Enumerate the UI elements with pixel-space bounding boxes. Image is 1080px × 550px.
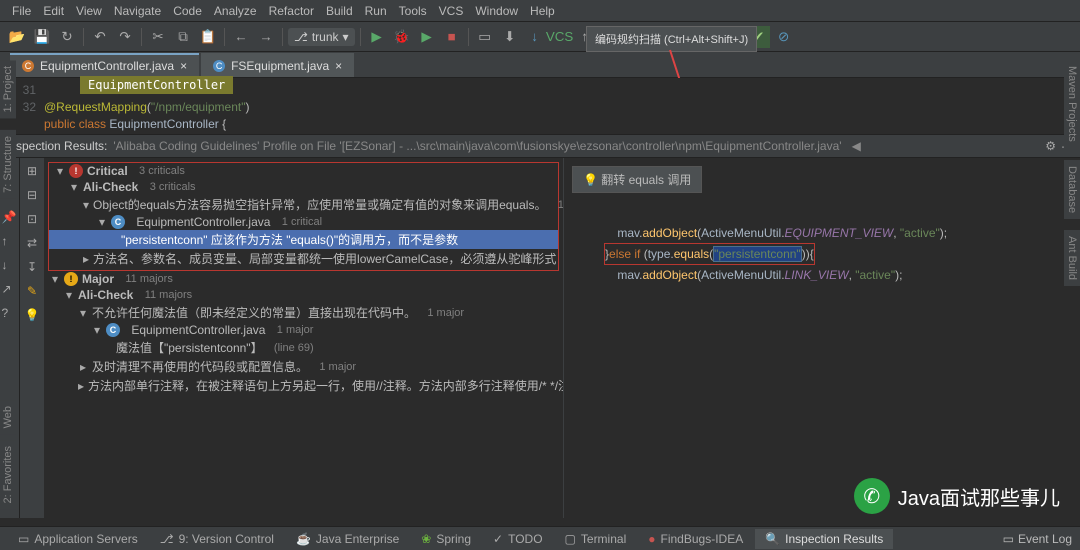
menu-analyze[interactable]: Analyze (208, 4, 263, 18)
app-servers-tab[interactable]: ▭ Application Servers (8, 529, 148, 549)
major-icon: ! (64, 272, 78, 286)
pin-icon[interactable]: 📌 (2, 210, 18, 226)
todo-tab[interactable]: ✓ TODO (483, 529, 553, 549)
class-icon: C (111, 215, 125, 229)
cut-icon[interactable]: ✂ (147, 26, 169, 48)
sync-icon[interactable]: ↻ (56, 26, 78, 48)
bulb-icon[interactable]: 💡 (23, 306, 41, 324)
stop-icon[interactable]: ■ (441, 26, 463, 48)
export-icon[interactable]: ↧ (23, 258, 41, 276)
critical-icon: ! (69, 164, 83, 178)
vcs-branch[interactable]: ⎇ trunk▾ (288, 28, 355, 46)
forward-icon[interactable]: → (255, 26, 277, 48)
copy-icon[interactable]: ⧉ (172, 26, 194, 48)
tab-fsequipment[interactable]: C FSEquipment.java × (201, 53, 354, 77)
group-icon[interactable]: ⊡ (23, 210, 41, 228)
expand-icon[interactable]: ⊞ (23, 162, 41, 180)
scan-tooltip: 编码规约扫描 (Ctrl+Alt+Shift+J) (586, 26, 757, 52)
redo-icon[interactable]: ↷ (114, 26, 136, 48)
alibaba-toggle-icon[interactable]: ⊘ (773, 26, 795, 48)
menu-view[interactable]: View (70, 4, 108, 18)
menu-run[interactable]: Run (359, 4, 393, 18)
ant-build-tool[interactable]: Ant Build (1064, 230, 1080, 286)
paste-icon[interactable]: 📋 (197, 26, 219, 48)
breadcrumb-tooltip: EquipmentController (80, 76, 233, 94)
settings-icon[interactable]: ⚙ (1045, 139, 1056, 153)
findbugs-tab[interactable]: ● FindBugs-IDEA (638, 529, 753, 549)
vcs-update-icon[interactable]: ↓ (524, 26, 546, 48)
filter-icon[interactable]: ✎ (23, 282, 41, 300)
avd-icon[interactable]: ▭ (474, 26, 496, 48)
menu-file[interactable]: File (6, 4, 37, 18)
inspection-results-header: Inspection Results: 'Alibaba Coding Guid… (0, 134, 1080, 158)
menu-refactor[interactable]: Refactor (263, 4, 320, 18)
menu-navigate[interactable]: Navigate (108, 4, 167, 18)
close-icon[interactable]: × (335, 59, 342, 73)
menu-build[interactable]: Build (320, 4, 359, 18)
menu-window[interactable]: Window (469, 4, 524, 18)
menu-code[interactable]: Code (167, 4, 208, 18)
next-icon[interactable]: ↓ (2, 258, 18, 274)
web-tool[interactable]: Web (0, 400, 16, 434)
collapse-icon[interactable]: ⊟ (23, 186, 41, 204)
watermark: ✆ Java面试那些事儿 (854, 478, 1060, 514)
event-log[interactable]: ▭ Event Log (1003, 532, 1072, 546)
wechat-icon: ✆ (854, 478, 890, 514)
inspection-results-tab[interactable]: 🔍 Inspection Results (755, 529, 893, 549)
branch-icon: ⎇ (294, 30, 308, 44)
spring-tab[interactable]: ❀ Spring (411, 529, 481, 549)
menu-tools[interactable]: Tools (393, 4, 433, 18)
favorites-tool[interactable]: 2: Favorites (0, 440, 16, 509)
class-icon: C (213, 60, 225, 72)
structure-tool[interactable]: 7: Structure (0, 130, 16, 199)
main-toolbar: 📂 💾 ↻ ↶ ↷ ✂ ⧉ 📋 ← → ⎇ trunk▾ ▶ 🐞 ▶ ■ ▭ ⬇… (0, 22, 1080, 52)
save-icon[interactable]: 💾 (31, 26, 53, 48)
menu-edit[interactable]: Edit (37, 4, 70, 18)
menu-vcs[interactable]: VCS (433, 4, 470, 18)
autoscroll-icon[interactable]: ⇄ (23, 234, 41, 252)
export-icon[interactable]: ↗ (2, 282, 18, 298)
vcs-commit-icon[interactable]: VCS (549, 26, 571, 48)
database-tool[interactable]: Database (1064, 160, 1080, 219)
back-icon[interactable]: ← (230, 26, 252, 48)
results-title: Inspection Results: (6, 139, 107, 153)
run-icon[interactable]: ▶ (366, 26, 388, 48)
prev-icon[interactable]: ◀ (852, 139, 861, 153)
coverage-icon[interactable]: ▶ (416, 26, 438, 48)
inspection-results-body: ▶ ✖ 📌 ↑ ↓ ↗ ? ⊞ ⊟ ⊡ ⇄ ↧ ✎ 💡 ▾!Critical 3… (0, 158, 1080, 518)
debug-icon[interactable]: 🐞 (391, 26, 413, 48)
editor[interactable]: EquipmentController 3132 @RequestMapping… (0, 78, 1080, 134)
editor-tabs: C EquipmentController.java × C FSEquipme… (0, 52, 1080, 78)
java-ee-tab[interactable]: ☕ Java Enterprise (286, 529, 409, 549)
tab-equipment-controller[interactable]: C EquipmentController.java × (10, 53, 199, 77)
tree-toolbar: ⊞ ⊟ ⊡ ⇄ ↧ ✎ 💡 (20, 158, 44, 518)
menubar: File Edit View Navigate Code Analyze Ref… (0, 0, 1080, 22)
version-control-tab[interactable]: ⎇ 9: Version Control (150, 529, 284, 549)
bottom-toolbar: ▭ Application Servers ⎇ 9: Version Contr… (0, 526, 1080, 550)
class-icon: C (22, 60, 34, 72)
selected-issue[interactable]: "persistentconn" 应该作为方法 "equals()"的调用方，而… (49, 230, 558, 249)
undo-icon[interactable]: ↶ (89, 26, 111, 48)
menu-help[interactable]: Help (524, 4, 561, 18)
terminal-tab[interactable]: ▢ Terminal (555, 529, 637, 549)
quickfix-button[interactable]: 💡 翻转 equals 调用 (572, 166, 702, 193)
class-icon: C (106, 323, 120, 337)
inspection-tree[interactable]: ▾!Critical 3 criticals ▾Ali-Check 3 crit… (44, 158, 564, 518)
sdk-icon[interactable]: ⬇ (499, 26, 521, 48)
close-icon[interactable]: × (180, 59, 187, 73)
project-tool[interactable]: 1: Project (0, 60, 16, 118)
maven-projects-tool[interactable]: Maven Projects (1064, 60, 1080, 148)
preview-pane: 💡 翻转 equals 调用 mav.addObject(ActiveMenuU… (564, 158, 1080, 518)
prev-icon[interactable]: ↑ (2, 234, 18, 250)
results-path: 'Alibaba Coding Guidelines' Profile on F… (113, 139, 841, 153)
help-icon[interactable]: ? (2, 306, 18, 322)
open-icon[interactable]: 📂 (6, 26, 28, 48)
